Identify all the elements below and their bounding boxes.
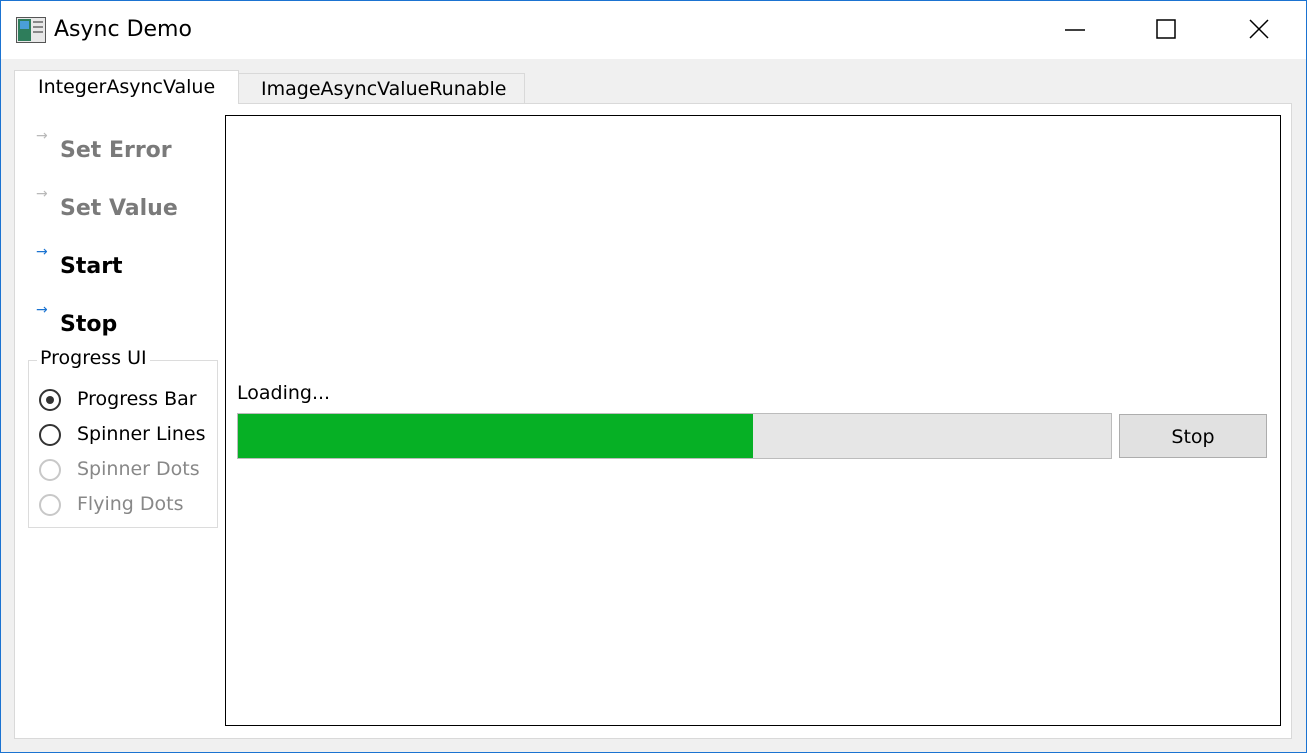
app-window: Async Demo IntegerAsyncValue ImageAsyncV…	[0, 0, 1307, 753]
arrow-icon: →	[36, 244, 48, 260]
content-area: Loading... Stop	[225, 115, 1281, 726]
title-bar[interactable]: Async Demo	[1, 1, 1306, 59]
group-title: Progress UI	[37, 347, 150, 369]
start-label: Start	[60, 254, 123, 279]
loading-label: Loading...	[237, 382, 331, 404]
radio-circle	[39, 494, 61, 516]
progress-bar	[237, 413, 1112, 459]
window-title: Async Demo	[54, 17, 192, 42]
stop-command-button[interactable]: → Stop	[36, 302, 226, 342]
radio-label: Flying Dots	[77, 493, 184, 515]
radio-spinner-dots[interactable]: Spinner Dots	[39, 457, 214, 487]
stop-button[interactable]: Stop	[1119, 414, 1267, 458]
start-button[interactable]: → Start	[36, 244, 226, 284]
arrow-icon: →	[36, 302, 48, 318]
minimize-button[interactable]	[1030, 1, 1122, 59]
tab-integer-async-value[interactable]: IntegerAsyncValue	[14, 70, 239, 104]
radio-label: Spinner Lines	[77, 423, 206, 445]
maximize-button[interactable]	[1122, 1, 1214, 59]
tab-image-async-value-runable[interactable]: ImageAsyncValueRunable	[238, 73, 525, 104]
minimize-icon	[1065, 29, 1085, 31]
app-icon	[16, 17, 46, 43]
radio-circle	[39, 459, 61, 481]
stop-command-label: Stop	[60, 312, 118, 337]
set-error-button[interactable]: → Set Error	[36, 128, 226, 168]
progress-ui-group: Progress UI Progress Bar Spinner Lines S…	[28, 347, 218, 528]
arrow-icon: →	[36, 128, 48, 144]
close-icon	[1249, 19, 1269, 39]
maximize-icon	[1156, 19, 1176, 39]
radio-label: Progress Bar	[77, 388, 197, 410]
radio-label: Spinner Dots	[77, 458, 200, 480]
radio-spinner-lines[interactable]: Spinner Lines	[39, 422, 214, 452]
radio-circle	[39, 389, 61, 411]
progress-bar-fill	[238, 414, 754, 458]
radio-selected-dot	[46, 396, 54, 404]
radio-circle	[39, 424, 61, 446]
set-error-label: Set Error	[60, 138, 172, 163]
close-button[interactable]	[1214, 1, 1306, 59]
set-value-button[interactable]: → Set Value	[36, 186, 226, 226]
tab-strip: IntegerAsyncValue ImageAsyncValueRunable	[14, 70, 534, 104]
radio-flying-dots[interactable]: Flying Dots	[39, 492, 214, 522]
radio-progress-bar[interactable]: Progress Bar	[39, 387, 214, 417]
set-value-label: Set Value	[60, 196, 178, 221]
arrow-icon: →	[36, 186, 48, 202]
tab-panel: → Set Error → Set Value → Start → Stop P…	[14, 103, 1292, 739]
